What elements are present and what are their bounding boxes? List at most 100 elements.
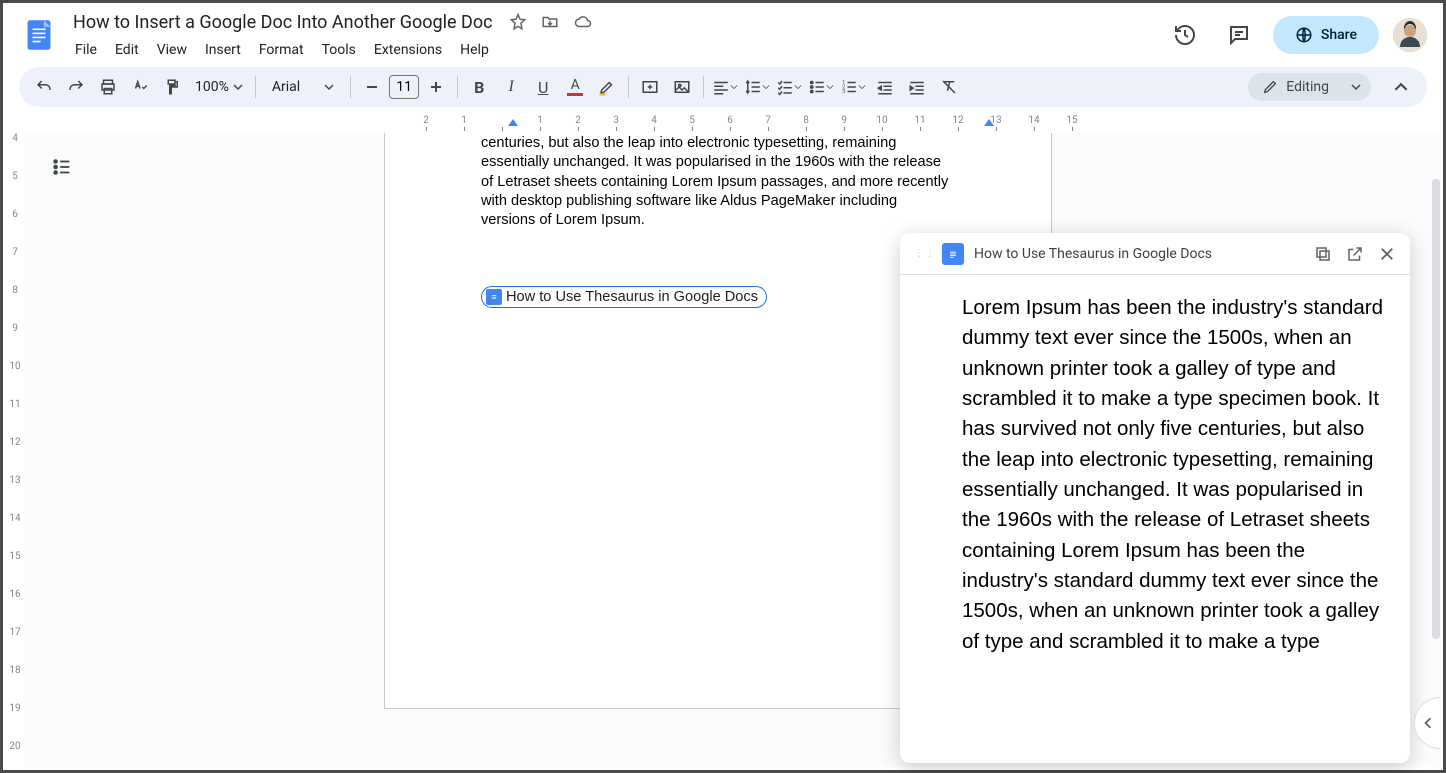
spellcheck-button[interactable] <box>125 72 155 102</box>
font-select[interactable]: Arial <box>262 79 344 95</box>
preview-header[interactable]: ⋮⋮ How to Use Thesaurus in Google Docs <box>900 233 1410 275</box>
ruler-tick: 9 <box>825 115 863 126</box>
menu-insert[interactable]: Insert <box>197 38 249 62</box>
indent-marker-left[interactable] <box>508 119 518 126</box>
title-area: How to Insert a Google Doc Into Another … <box>67 8 1165 62</box>
decrease-indent-button[interactable] <box>870 72 900 102</box>
font-name: Arial <box>272 79 300 95</box>
doc-chip[interactable]: ≡ How to Use Thesaurus in Google Docs <box>481 286 767 308</box>
ruler-tick: 10 <box>8 361 22 372</box>
bullet-list-button[interactable] <box>806 72 836 102</box>
redo-button[interactable] <box>61 72 91 102</box>
increase-font-button[interactable] <box>421 72 451 102</box>
menu-tools[interactable]: Tools <box>314 38 364 62</box>
toolbar: 100% Arial 11 B I U A 123 Editing <box>19 67 1427 107</box>
zoom-value: 100% <box>195 79 229 95</box>
ruler-tick: 20 <box>8 741 22 752</box>
move-icon[interactable] <box>541 13 559 31</box>
star-icon[interactable] <box>509 13 527 31</box>
drag-grip-icon[interactable]: ⋮⋮ <box>914 248 936 259</box>
ruler-tick: 2 <box>407 115 445 126</box>
comments-icon[interactable] <box>1219 15 1259 55</box>
menu-bar: File Edit View Insert Format Tools Exten… <box>67 38 1165 62</box>
vertical-ruler[interactable]: 4567891011121314151617181920 <box>6 133 24 767</box>
ruler-tick: 10 <box>863 115 901 126</box>
horizontal-ruler[interactable]: 21123456789101112131415 <box>37 115 1443 133</box>
increase-indent-button[interactable] <box>902 72 932 102</box>
ruler-tick: 7 <box>8 247 22 258</box>
ruler-tick: 12 <box>939 115 977 126</box>
ruler-tick: 3 <box>597 115 635 126</box>
globe-lock-icon <box>1295 26 1313 44</box>
body-paragraph[interactable]: centuries, but also the leap into electr… <box>481 134 955 230</box>
insert-image-button[interactable] <box>667 72 697 102</box>
history-icon[interactable] <box>1165 15 1205 55</box>
pencil-icon <box>1262 79 1278 95</box>
align-button[interactable] <box>710 72 740 102</box>
zoom-select[interactable]: 100% <box>189 79 249 95</box>
toolbar-container: 100% Arial 11 B I U A 123 Editing <box>3 67 1443 115</box>
line-spacing-button[interactable] <box>742 72 772 102</box>
ruler-tick: 9 <box>8 323 22 334</box>
caret-down-icon <box>324 82 334 92</box>
open-external-icon[interactable] <box>1346 245 1364 263</box>
docs-logo[interactable] <box>19 15 59 55</box>
cloud-icon[interactable] <box>573 13 593 31</box>
menu-file[interactable]: File <box>67 38 105 62</box>
text-color-button[interactable]: A <box>560 72 590 102</box>
ruler-tick: 1 <box>521 115 559 126</box>
undo-button[interactable] <box>29 72 59 102</box>
ruler-tick: 15 <box>1053 115 1091 126</box>
editing-label: Editing <box>1286 79 1329 95</box>
menu-help[interactable]: Help <box>452 38 497 62</box>
ruler-tick: 1 <box>445 115 483 126</box>
ruler-tick: 5 <box>673 115 711 126</box>
underline-button[interactable]: U <box>528 72 558 102</box>
checklist-button[interactable] <box>774 72 804 102</box>
ruler-tick: 13 <box>977 115 1015 126</box>
ruler-tick: 12 <box>8 437 22 448</box>
insert-link-button[interactable] <box>635 72 665 102</box>
collapse-toolbar-button[interactable] <box>1385 71 1417 103</box>
menu-format[interactable]: Format <box>251 38 312 62</box>
caret-down-icon <box>233 82 243 92</box>
share-button[interactable]: Share <box>1273 16 1379 54</box>
ruler-tick: 7 <box>749 115 787 126</box>
paint-format-button[interactable] <box>157 72 187 102</box>
menu-edit[interactable]: Edit <box>107 38 147 62</box>
copy-icon[interactable] <box>1314 245 1332 263</box>
account-avatar[interactable] <box>1393 18 1427 52</box>
decrease-font-button[interactable] <box>357 72 387 102</box>
clear-format-button[interactable] <box>934 72 964 102</box>
preview-body[interactable]: Lorem Ipsum has been the industry's stan… <box>900 275 1410 675</box>
ruler-tick: 15 <box>8 551 22 562</box>
scrollbar-vertical[interactable] <box>1432 179 1440 639</box>
share-label: Share <box>1321 27 1357 43</box>
print-button[interactable] <box>93 72 123 102</box>
doc-preview-popup: ⋮⋮ How to Use Thesaurus in Google Docs L… <box>900 233 1410 763</box>
svg-text:3: 3 <box>842 89 845 95</box>
header: How to Insert a Google Doc Into Another … <box>3 3 1443 67</box>
ruler-tick: 11 <box>901 115 939 126</box>
ruler-tick: 17 <box>8 627 22 638</box>
preview-title: How to Use Thesaurus in Google Docs <box>974 246 1304 262</box>
numbered-list-button[interactable]: 123 <box>838 72 868 102</box>
menu-view[interactable]: View <box>149 38 195 62</box>
document-title[interactable]: How to Insert a Google Doc Into Another … <box>67 10 499 35</box>
close-icon[interactable] <box>1378 245 1396 263</box>
ruler-tick: 18 <box>8 665 22 676</box>
ruler-tick: 11 <box>8 399 22 410</box>
font-size-input[interactable]: 11 <box>389 75 419 99</box>
ruler-tick: 14 <box>8 513 22 524</box>
ruler-tick: 13 <box>8 475 22 486</box>
bold-button[interactable]: B <box>464 72 494 102</box>
indent-marker-right[interactable] <box>984 119 994 126</box>
ruler-tick: 19 <box>8 703 22 714</box>
ruler-tick: 8 <box>787 115 825 126</box>
italic-button[interactable]: I <box>496 72 526 102</box>
ruler-tick: 5 <box>8 171 22 182</box>
editing-mode-button[interactable]: Editing <box>1248 73 1371 101</box>
ruler-tick: 14 <box>1015 115 1053 126</box>
menu-extensions[interactable]: Extensions <box>366 38 450 62</box>
highlight-button[interactable] <box>592 72 622 102</box>
